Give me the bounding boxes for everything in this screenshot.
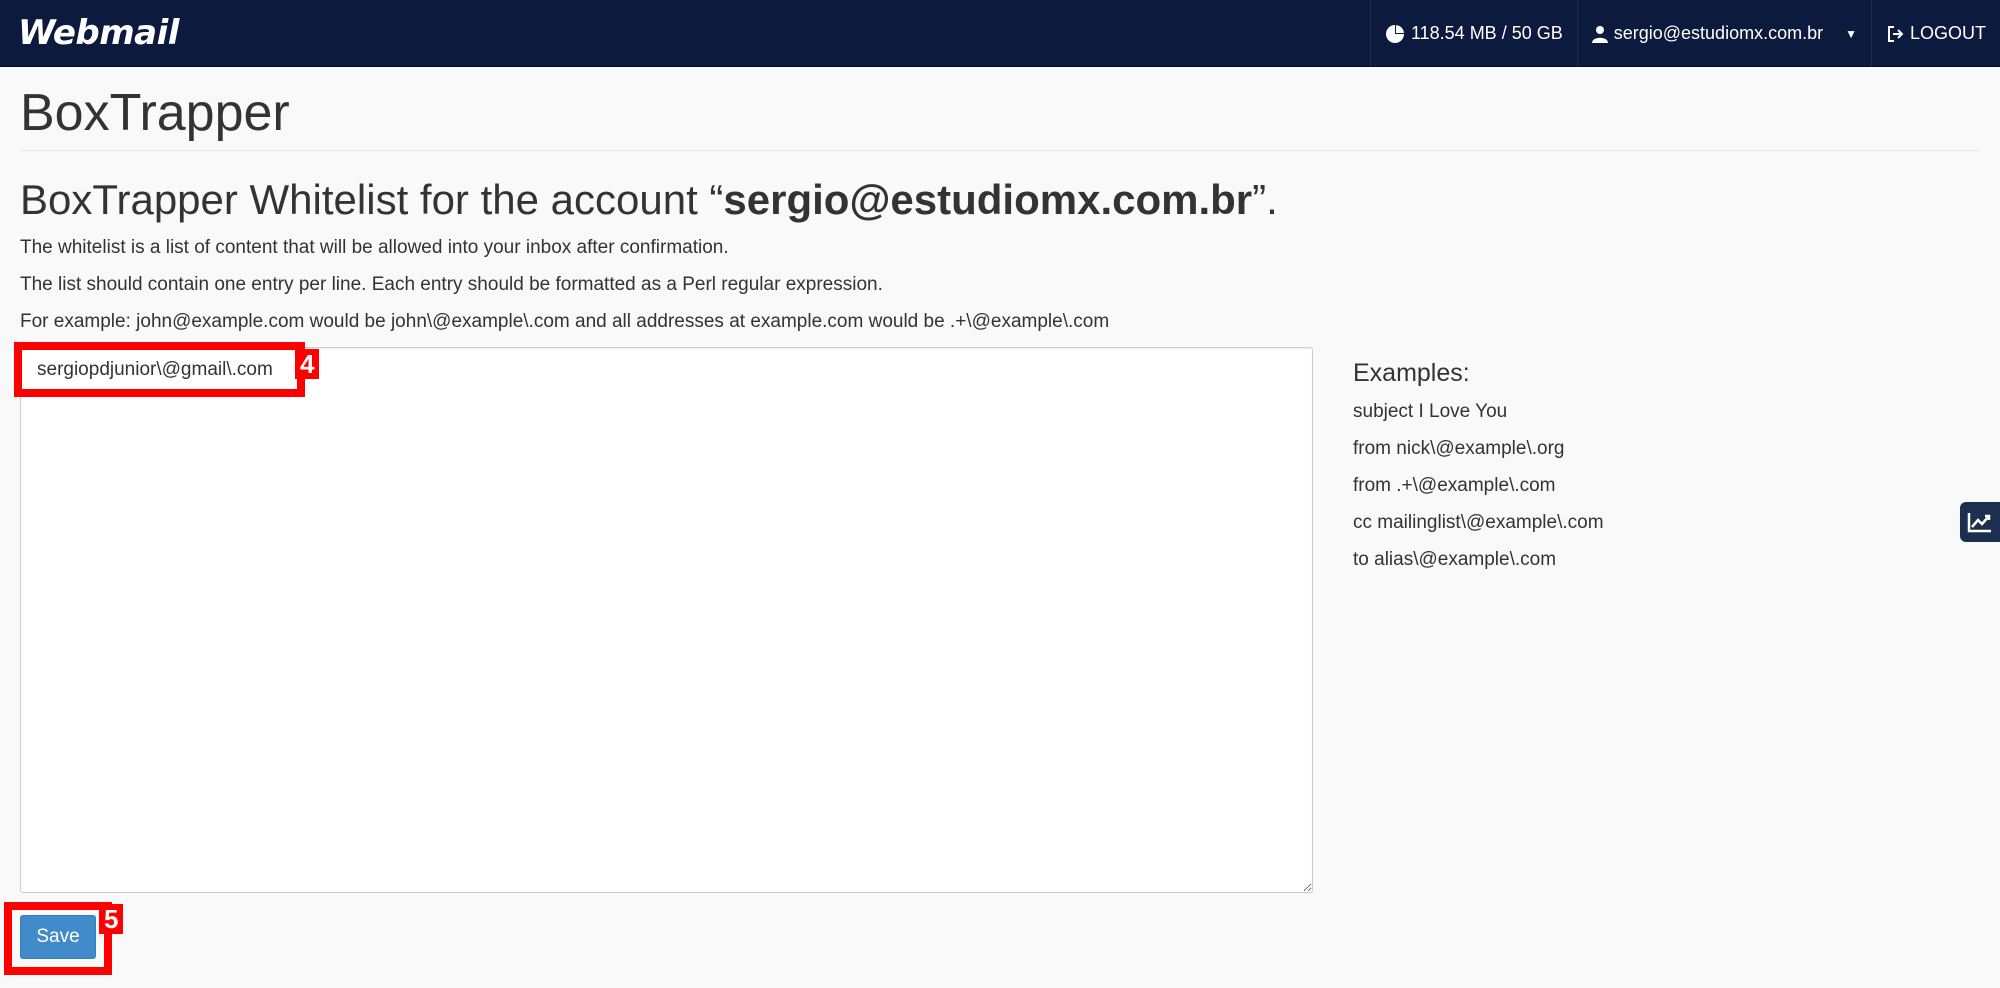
- webmail-logo[interactable]: Webmail: [18, 12, 179, 54]
- example-item: from .+\@example\.com: [1353, 475, 1556, 496]
- disk-usage-text: 118.54 MB / 50 GB: [1410, 23, 1563, 43]
- annotation-label-5: 5: [99, 904, 124, 934]
- account-menu[interactable]: sergio@estudiomx.com.br ▼: [1576, 0, 1871, 67]
- description-line-1: The whitelist is a list of content that …: [20, 237, 729, 258]
- heading-suffix: ”.: [1252, 176, 1278, 223]
- logout-link[interactable]: LOGOUT: [1870, 0, 2000, 67]
- example-item: cc mailinglist\@example\.com: [1353, 512, 1604, 533]
- caret-down-icon: ▼: [1845, 26, 1857, 41]
- save-button[interactable]: Save: [20, 915, 96, 959]
- examples-list: subject I Love You from nick\@example\.o…: [1353, 400, 1604, 572]
- logout-icon: [1887, 25, 1904, 42]
- account-email: sergio@estudiomx.com.br: [1613, 23, 1824, 43]
- page-title: BoxTrapper: [20, 84, 290, 142]
- top-navbar: Webmail 118.54 MB / 50 GB sergio@estudio…: [0, 0, 2000, 67]
- example-item: to alias\@example\.com: [1353, 549, 1557, 570]
- example-item: from nick\@example\.org: [1353, 438, 1565, 459]
- top-nav-menu: 118.54 MB / 50 GB sergio@estudiomx.com.b…: [1369, 0, 2000, 67]
- pie-chart-icon: [1385, 24, 1404, 43]
- heading-account: sergio@estudiomx.com.br: [723, 176, 1253, 223]
- description-line-2: The list should contain one entry per li…: [20, 274, 883, 295]
- whitelist-heading: BoxTrapper Whitelist for the account “se…: [20, 174, 1278, 226]
- whitelist-textarea[interactable]: sergiopdjunior\@gmail\.com: [20, 347, 1313, 893]
- description-line-3: For example: john@example.com would be j…: [20, 311, 1110, 332]
- heading-prefix: BoxTrapper Whitelist for the account “: [20, 176, 724, 223]
- line-chart-icon: [1967, 513, 1991, 533]
- examples-title: Examples:: [1353, 359, 1470, 387]
- example-item: subject I Love You: [1353, 401, 1508, 422]
- examples-panel: Examples: subject I Love You from nick\@…: [1353, 358, 1604, 585]
- logout-label: LOGOUT: [1909, 23, 1986, 43]
- annotation-label-4: 4: [295, 349, 320, 379]
- stats-side-tab[interactable]: [1960, 502, 2000, 542]
- disk-usage: 118.54 MB / 50 GB: [1369, 0, 1577, 67]
- user-icon: [1591, 25, 1608, 43]
- title-divider: [20, 150, 1980, 151]
